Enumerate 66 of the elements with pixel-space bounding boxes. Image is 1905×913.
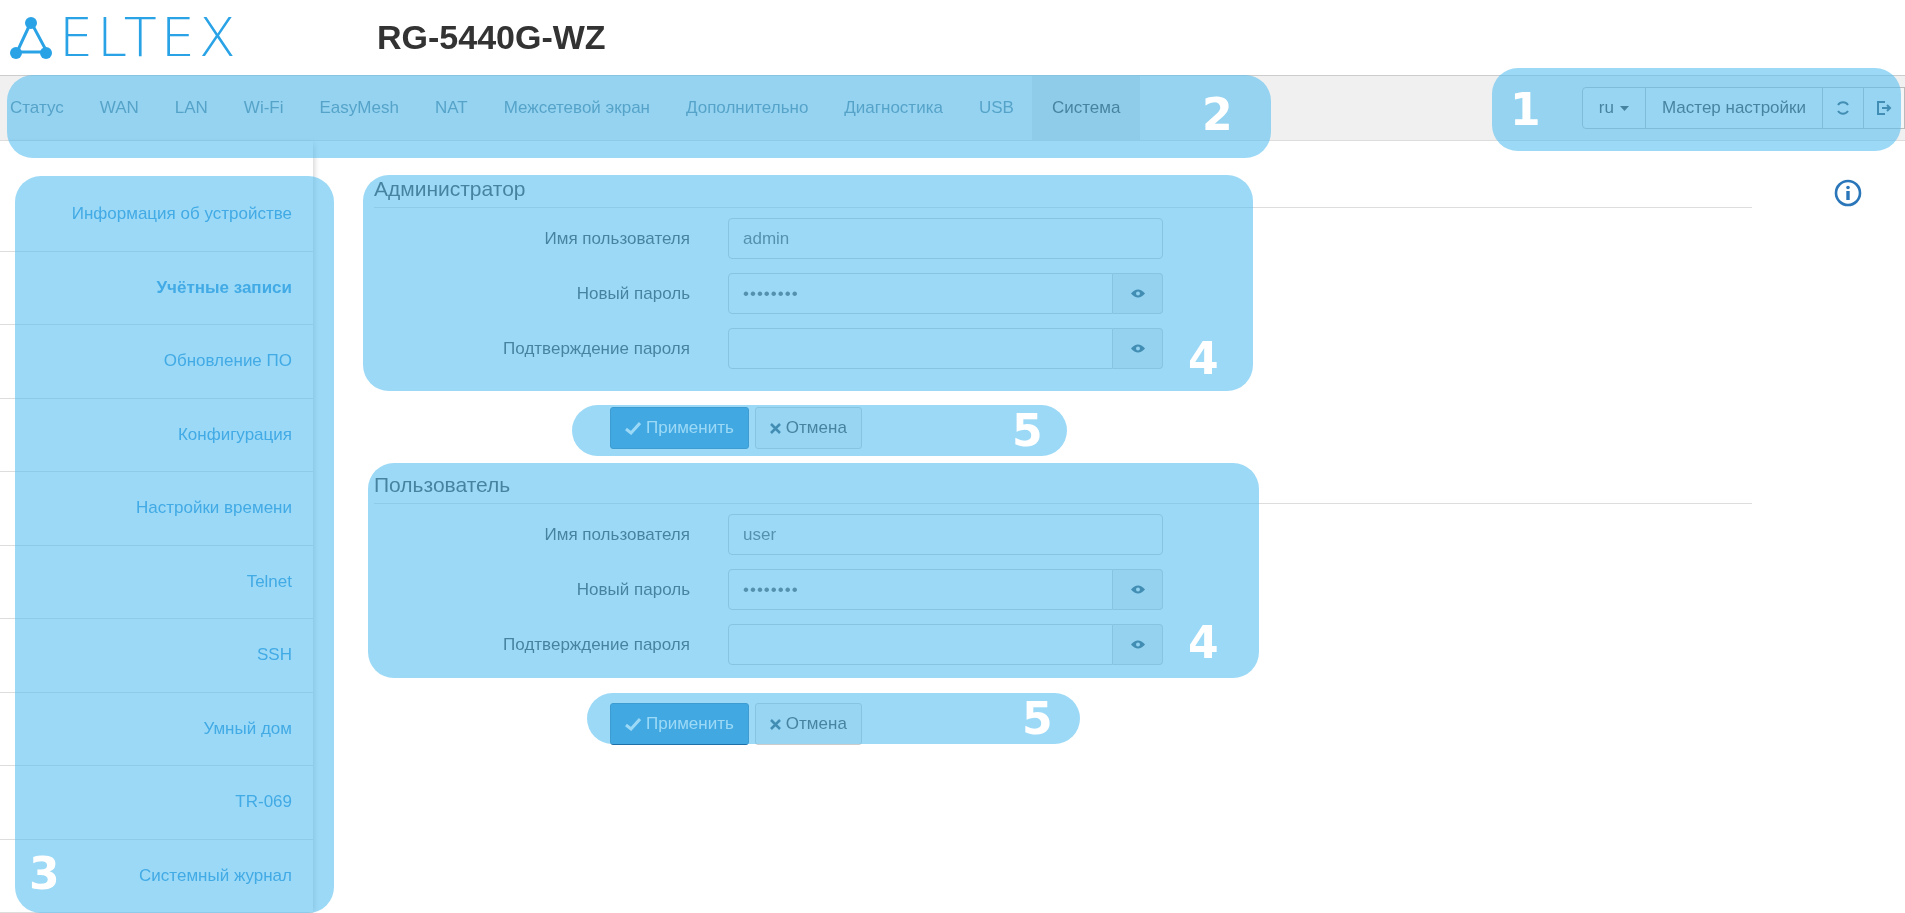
nav-tab[interactable]: Дополнительно [668,76,827,140]
field-label: Подтверждение пароля [502,634,691,655]
nav-tab[interactable]: EasyMesh [301,76,417,140]
check-icon [625,421,641,435]
sidebar-item[interactable]: Настройки времени [0,472,313,546]
section-title: Администратор [374,177,1752,208]
field-label: Новый пароль [575,579,691,600]
eye-icon [1130,289,1145,298]
input-field[interactable]: admin [728,218,1163,259]
logout-icon [1876,100,1892,116]
apply-button[interactable]: Применить [610,407,749,449]
language-dropdown[interactable]: ru [1581,87,1646,129]
show-password-button[interactable] [1113,569,1163,610]
section-title: Пользователь [374,473,1752,504]
close-icon [769,718,781,730]
logo: ELTEX [59,6,241,69]
nav-tab[interactable]: Межсетевой экран [485,76,668,140]
sidebar-item[interactable]: SSH [0,619,313,693]
nav-tab[interactable]: Wi-Fi [225,76,302,140]
nav-tab[interactable]: WAN [81,76,157,140]
apply-button[interactable]: Применить [610,703,749,745]
callout-number: 5 [1022,697,1053,741]
field-label: Подтверждение пароля [502,338,691,359]
field-label: Новый пароль [575,283,691,304]
check-icon [625,717,641,731]
close-icon [769,422,781,434]
caret-icon [1620,105,1629,111]
refresh-icon [1835,100,1851,116]
callout-number: 5 [1012,409,1043,453]
sidebar-item[interactable]: Telnet [0,545,313,619]
callout-number: 3 [29,852,60,896]
nav-tab[interactable]: NAT [416,76,486,140]
sidebar-item[interactable]: Умный дом [0,692,313,766]
callout-number: 2 [1202,93,1233,137]
logo-icon [9,15,53,60]
nav-tab[interactable]: Диагностика [826,76,961,140]
show-password-button[interactable] [1113,273,1163,314]
sidebar-item[interactable]: Информация об устройстве [0,178,313,252]
sidebar-item[interactable]: TR-069 [0,766,313,840]
eye-icon [1130,585,1145,594]
show-password-button[interactable] [1113,624,1163,665]
refresh-button[interactable] [1822,87,1864,129]
nav-tab[interactable]: LAN [156,76,226,140]
cancel-button[interactable]: Отмена [754,703,862,745]
logout-button[interactable] [1863,87,1905,129]
eye-icon [1130,344,1145,353]
nav-tab[interactable]: Система [1031,76,1141,140]
sidebar-item[interactable]: Учётные записи [0,251,313,325]
nav-tab[interactable]: Статус [0,76,82,140]
wizard-button[interactable]: Мастер настройки [1645,87,1823,129]
device-model: RG-5440G-WZ [377,18,606,57]
sidebar-item[interactable]: Конфигурация [0,398,313,472]
callout-number: 4 [1188,337,1219,381]
field-label: Имя пользователя [543,524,691,545]
password-field[interactable]: •••••••• [728,273,1113,314]
show-password-button[interactable] [1113,328,1163,369]
callout-number: 4 [1188,621,1219,665]
nav-tab[interactable]: USB [960,76,1032,140]
input-field[interactable]: user [728,514,1163,555]
sidebar-item[interactable]: Обновление ПО [0,325,313,399]
info-icon[interactable] [1834,179,1862,207]
eye-icon [1130,640,1145,649]
cancel-button[interactable]: Отмена [754,407,862,449]
callout-number: 1 [1510,88,1541,132]
password-field[interactable]: •••••••• [728,569,1113,610]
field-label: Имя пользователя [543,228,691,249]
